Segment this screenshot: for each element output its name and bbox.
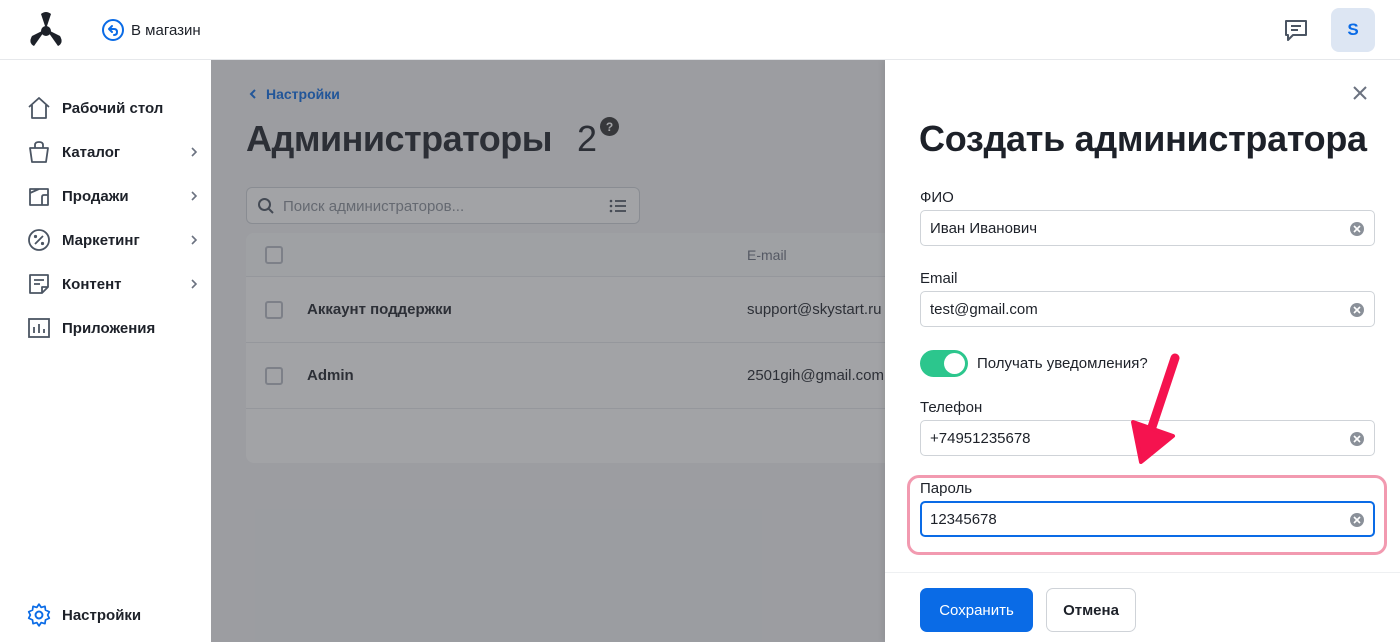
toggle-knob	[944, 353, 965, 374]
sidebar-item-apps[interactable]: Приложения	[26, 315, 206, 341]
clear-icon[interactable]	[1350, 432, 1364, 446]
fio-value: Иван Иванович	[930, 220, 1038, 237]
clear-icon[interactable]	[1350, 303, 1364, 317]
cancel-button[interactable]: Отмена	[1046, 588, 1136, 632]
clear-icon[interactable]	[1350, 222, 1364, 236]
clear-icon[interactable]	[1350, 513, 1364, 527]
email-field[interactable]: test@gmail.com	[920, 291, 1375, 327]
sidebar: Рабочий стол Каталог Продажи Маркетинг К…	[0, 60, 211, 642]
avatar[interactable]: S	[1331, 8, 1375, 52]
logo-icon[interactable]	[24, 10, 68, 50]
chevron-right-icon	[191, 279, 198, 289]
top-bar: В магазин S	[0, 0, 1400, 60]
password-value: 12345678	[930, 511, 997, 528]
notifications-toggle[interactable]	[920, 350, 968, 377]
gear-icon	[26, 602, 52, 628]
sidebar-item-catalog[interactable]: Каталог	[26, 139, 206, 165]
notifications-label: Получать уведомления?	[977, 355, 1148, 372]
fio-label: ФИО	[920, 189, 954, 206]
percent-icon	[26, 227, 52, 253]
annotation-arrow-icon	[1131, 353, 1180, 464]
sidebar-item-dashboard[interactable]: Рабочий стол	[26, 95, 206, 121]
chevron-right-icon	[191, 191, 198, 201]
close-icon[interactable]	[1351, 84, 1369, 102]
phone-value: +74951235678	[930, 430, 1031, 447]
drawer-footer: Сохранить Отмена	[885, 572, 1400, 642]
drawer-title: Создать администратора	[919, 118, 1367, 159]
phone-label: Телефон	[920, 399, 983, 416]
chart-icon	[26, 315, 52, 341]
sales-icon	[26, 183, 52, 209]
password-label: Пароль	[920, 480, 973, 497]
email-value: test@gmail.com	[930, 301, 1038, 318]
password-field[interactable]: 12345678	[920, 501, 1375, 537]
chevron-right-icon	[191, 235, 198, 245]
fio-field[interactable]: Иван Иванович	[920, 210, 1375, 246]
to-store-link[interactable]: В магазин	[101, 17, 201, 43]
sidebar-item-settings[interactable]: Настройки	[26, 602, 206, 628]
chevron-right-icon	[191, 147, 198, 157]
bag-icon	[26, 139, 52, 165]
content-icon	[26, 271, 52, 297]
modal-overlay[interactable]	[211, 60, 885, 642]
sidebar-item-sales[interactable]: Продажи	[26, 183, 206, 209]
to-store-label: В магазин	[131, 21, 201, 39]
sidebar-item-content[interactable]: Контент	[26, 271, 206, 297]
email-label: Email	[920, 270, 958, 287]
back-circle-icon	[102, 19, 124, 41]
chat-icon[interactable]	[1282, 16, 1310, 44]
home-icon	[26, 95, 52, 121]
save-button[interactable]: Сохранить	[920, 588, 1033, 632]
sidebar-item-marketing[interactable]: Маркетинг	[26, 227, 206, 253]
